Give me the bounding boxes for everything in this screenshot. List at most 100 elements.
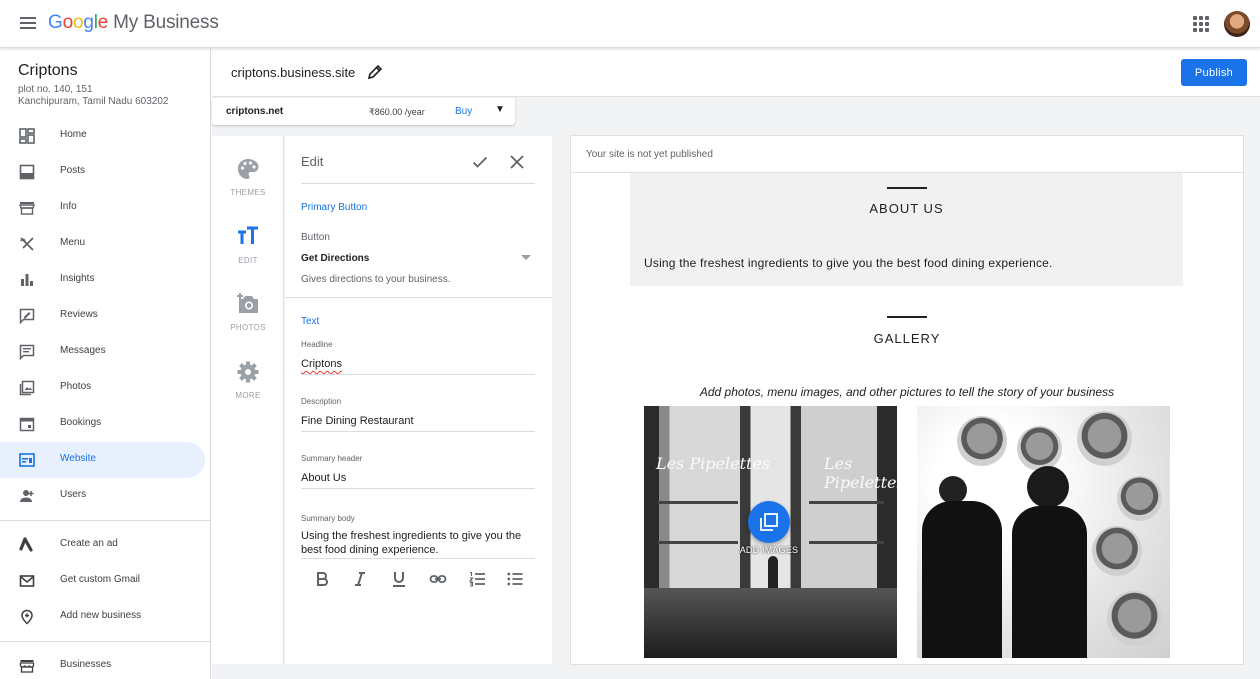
text-section-title: Text <box>301 316 320 327</box>
sidebar-item-label: Photos <box>60 381 92 392</box>
photo-icon <box>19 380 35 396</box>
photo-detail <box>1117 476 1162 521</box>
summary-body-caption: Summary body <box>301 514 355 523</box>
gallery-photo-hats[interactable] <box>917 406 1170 658</box>
description-input[interactable]: Fine Dining Restaurant <box>301 415 535 427</box>
numbered-list-icon[interactable] <box>468 570 486 588</box>
summary-header-input[interactable]: About Us <box>301 472 535 484</box>
underline-icon[interactable] <box>390 570 408 588</box>
section-rule <box>887 187 927 189</box>
divider <box>285 297 552 298</box>
site-url[interactable]: criptons.business.site <box>231 65 355 80</box>
headline-input[interactable]: Criptons <box>301 358 535 370</box>
logo-letter: o <box>72 12 84 33</box>
pencil-edit-icon[interactable] <box>367 64 383 80</box>
chevron-down-icon[interactable] <box>521 255 531 260</box>
sidebar-item-menu[interactable]: Menu <box>0 226 205 262</box>
button-field-caption: Button <box>301 232 330 243</box>
storefront-icon <box>19 660 35 673</box>
website-icon <box>19 453 35 467</box>
edit-panel-title: Edit <box>301 154 324 169</box>
sidebar-item-photos[interactable]: Photos <box>0 370 205 406</box>
google-my-business-logo[interactable]: Google My Business <box>48 12 219 34</box>
top-app-bar: Google My Business <box>0 0 1260 48</box>
sidebar-item-users[interactable]: Users <box>0 478 205 514</box>
product-name: My Business <box>113 12 219 33</box>
text-format-icon <box>238 226 258 244</box>
posts-icon <box>19 164 35 180</box>
sidebar-item-insights[interactable]: Insights <box>0 262 205 298</box>
check-icon[interactable] <box>472 154 488 170</box>
tool-edit[interactable]: EDIT <box>212 226 284 282</box>
domain-price: ₹860.00 /year <box>369 107 425 117</box>
sidebar-item-website[interactable]: Website <box>0 442 205 478</box>
review-icon <box>19 308 35 324</box>
publish-button[interactable]: Publish <box>1181 59 1247 86</box>
business-address: plot no. 140, 151 Kanchipuram, Tamil Nad… <box>18 84 198 108</box>
sidebar-item-messages[interactable]: Messages <box>0 334 205 370</box>
sidebar: Criptons plot no. 140, 151 Kanchipuram, … <box>0 48 211 679</box>
sidebar-item-label: Info <box>60 201 77 212</box>
store-sign: Les Pipelettes <box>824 454 897 492</box>
sidebar-item-label: Home <box>60 129 87 140</box>
tool-label: PHOTOS <box>230 323 266 332</box>
sidebar-item-businesses[interactable]: Businesses <box>0 648 205 679</box>
collections-icon <box>760 513 778 531</box>
photo-detail <box>1027 466 1069 508</box>
photo-detail <box>939 476 967 504</box>
tool-label: MORE <box>235 391 261 400</box>
sidebar-item-info[interactable]: Info <box>0 190 205 226</box>
primary-button-section-title: Primary Button <box>301 202 368 213</box>
italic-icon[interactable] <box>351 570 369 588</box>
logo-letter: e <box>97 12 109 33</box>
sidebar-item-custom-gmail[interactable]: Get custom Gmail <box>0 563 205 599</box>
domain-offer-bar: criptons.net ₹860.00 /year Buy ▼ <box>212 98 515 125</box>
photo-detail <box>1092 526 1142 576</box>
message-icon <box>19 344 35 360</box>
website-header: criptons.business.site Publish <box>212 48 1260 97</box>
domain-dropdown-icon[interactable]: ▼ <box>495 104 505 115</box>
site-preview: Your site is not yet published ABOUT US … <box>571 136 1243 664</box>
unpublished-banner: Your site is not yet published <box>571 136 1243 173</box>
hamburger-menu-icon[interactable] <box>18 14 38 34</box>
sidebar-item-create-ad[interactable]: Create an ad <box>0 527 205 563</box>
section-rule <box>887 316 927 318</box>
sidebar-item-reviews[interactable]: Reviews <box>0 298 205 334</box>
summary-body-textarea[interactable]: Using the freshest ingredients to give y… <box>301 529 529 557</box>
input-underline <box>301 558 535 559</box>
tool-more[interactable]: MORE <box>212 361 284 417</box>
sidebar-item-label: Posts <box>60 165 86 176</box>
apps-grid-icon[interactable] <box>1193 16 1209 32</box>
account-avatar[interactable] <box>1224 11 1250 37</box>
palette-icon <box>238 159 259 179</box>
link-icon[interactable] <box>429 570 447 588</box>
sidebar-item-label: Get custom Gmail <box>60 574 141 585</box>
sidebar-item-posts[interactable]: Posts <box>0 154 205 190</box>
buy-domain-button[interactable]: Buy <box>455 106 472 117</box>
photo-detail <box>1012 506 1087 658</box>
photo-detail <box>957 416 1007 466</box>
headline-caption: Headline <box>301 340 333 349</box>
bulleted-list-icon[interactable] <box>506 570 524 588</box>
business-name[interactable]: Criptons <box>18 62 78 80</box>
button-hint: Gives directions to your business. <box>301 274 451 285</box>
sidebar-nav: Home Posts Info Menu Insights Reviews Me… <box>0 118 211 679</box>
sidebar-item-bookings[interactable]: Bookings <box>0 406 205 442</box>
sidebar-divider <box>0 520 211 521</box>
location-pin-icon <box>21 609 33 625</box>
primary-button-select[interactable]: Get Directions <box>301 253 535 264</box>
tool-label: THEMES <box>230 188 266 197</box>
about-section[interactable]: ABOUT US Using the freshest ingredients … <box>630 173 1183 286</box>
sidebar-item-add-business[interactable]: Add new business <box>0 599 205 635</box>
bold-icon[interactable] <box>313 570 331 588</box>
sidebar-item-label: Insights <box>60 273 95 284</box>
tool-themes[interactable]: THEMES <box>212 158 284 214</box>
sidebar-item-home[interactable]: Home <box>0 118 205 154</box>
calendar-icon <box>19 417 35 432</box>
add-images-button[interactable]: ADD IMAGES <box>739 501 799 555</box>
logo-letter: o <box>62 12 74 33</box>
tool-photos[interactable]: PHOTOS <box>212 293 284 349</box>
close-icon[interactable] <box>509 154 525 170</box>
photo-detail <box>1077 411 1132 466</box>
sidebar-item-label: Reviews <box>60 309 98 320</box>
